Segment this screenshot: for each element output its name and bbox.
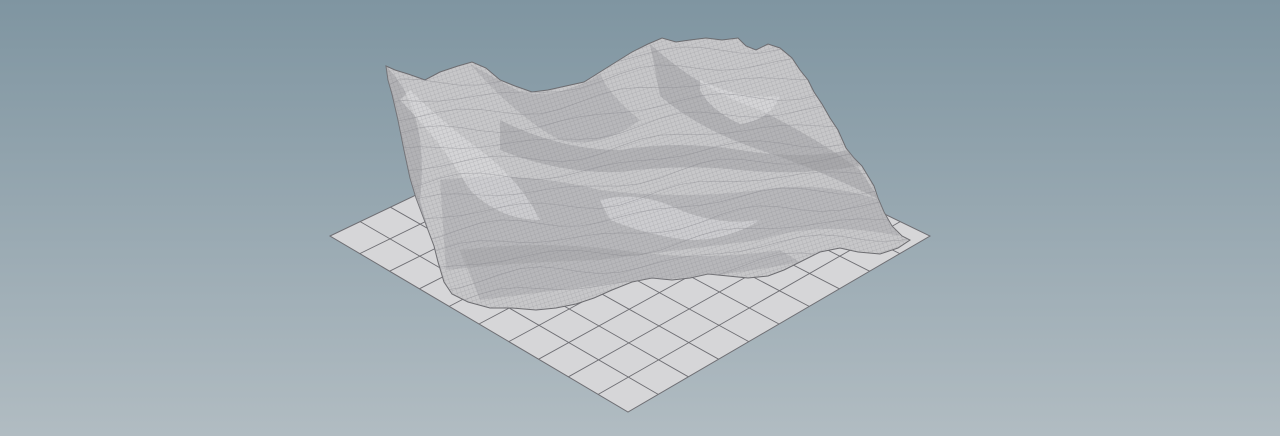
3d-viewport[interactable] [0, 0, 1280, 436]
scene-canvas[interactable] [0, 0, 1280, 436]
